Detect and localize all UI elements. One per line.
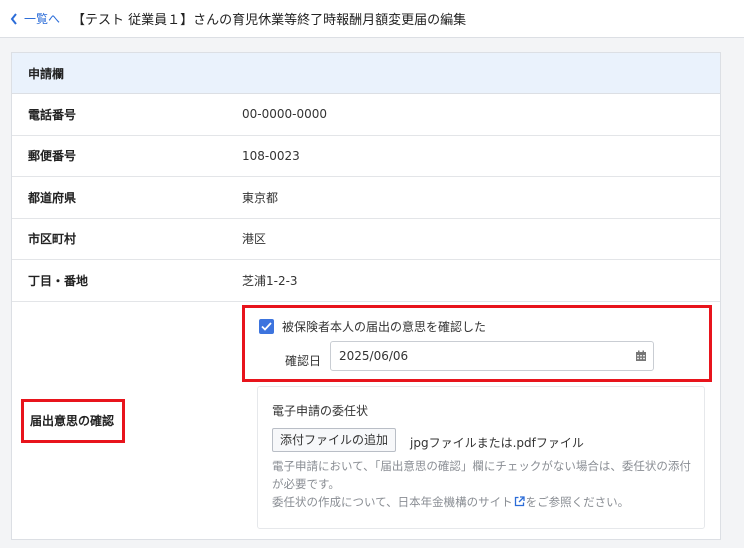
page-title: 【テスト 従業員１】さんの育児休業等終了時報酬月額変更届の編集: [72, 13, 467, 28]
date-value: 2025/06/06: [339, 348, 409, 363]
pension-service-link[interactable]: 日本年金機構のサイト: [398, 495, 513, 509]
field-value: 港区: [242, 232, 267, 247]
intent-confirmed-checkbox[interactable]: [259, 318, 274, 334]
external-link-icon[interactable]: [514, 495, 525, 507]
attachment-title: 電子申請の委任状: [272, 403, 369, 418]
calendar-icon[interactable]: [635, 350, 647, 362]
field-row-postal-code: 郵便番号 108-0023: [12, 136, 720, 177]
field-label: 電話番号: [28, 107, 77, 122]
field-value: 00-0000-0000: [242, 107, 328, 122]
section-header: 申請欄: [12, 53, 720, 94]
field-label: 市区町村: [28, 232, 77, 247]
note-suffix: をご参照ください。: [525, 494, 630, 509]
top-bar: 一覧へ 【テスト 従業員１】さんの育児休業等終了時報酬月額変更届の編集: [0, 0, 744, 38]
confirmation-date-input[interactable]: 2025/06/06: [330, 340, 654, 371]
check-icon: [261, 321, 272, 331]
field-label: 丁目・番地: [28, 273, 89, 288]
field-value: 108-0023: [242, 148, 300, 163]
attachment-panel: 電子申請の委任状 添付ファイルの追加 jpgファイルまたは.pdfファイル 電子…: [257, 385, 705, 529]
date-label: 確認日: [285, 353, 322, 368]
field-label: 都道府県: [28, 190, 77, 205]
confirmation-label: 届出意思の確認: [21, 398, 125, 443]
power-of-attorney-note: 委任状の作成について、日本年金機構のサイト をご参照ください。: [272, 493, 697, 511]
confirmation-highlight: 被保険者本人の届出の意思を確認した 確認日 2025/06/06: [242, 304, 712, 382]
confirmation-row: 届出意思の確認 被保険者本人の届出の意思を確認した 確認日 2025/06/06: [12, 302, 720, 540]
add-attachment-button[interactable]: 添付ファイルの追加: [272, 427, 397, 452]
field-row-phone: 電話番号 00-0000-0000: [12, 94, 720, 136]
checkbox-label: 被保険者本人の届出の意思を確認した: [282, 319, 487, 334]
file-type-hint: jpgファイルまたは.pdfファイル: [410, 435, 584, 450]
field-value: 芝浦1-2-3: [242, 273, 298, 288]
field-value: 東京都: [242, 190, 279, 205]
back-link-label: 一覧へ: [24, 12, 61, 26]
field-label: 郵便番号: [28, 149, 77, 164]
field-row-city: 市区町村 港区: [12, 219, 720, 260]
application-card: 申請欄 電話番号 00-0000-0000 郵便番号 108-0023 都道府県…: [11, 52, 721, 540]
back-to-list-link[interactable]: 一覧へ: [10, 10, 60, 27]
confirm-checkbox-line: 被保険者本人の届出の意思を確認した: [259, 318, 486, 335]
chevron-left-icon: [10, 12, 17, 25]
confirmation-label-text: 届出意思の確認: [30, 414, 115, 428]
field-row-prefecture: 都道府県 東京都: [12, 177, 720, 219]
note-prefix: 委任状の作成について、: [272, 494, 398, 509]
field-row-address: 丁目・番地 芝浦1-2-3: [12, 260, 720, 302]
attachment-note: 電子申請において、「届出意思の確認」欄にチェックがない場合は、委任状の添付が必要…: [272, 458, 691, 491]
